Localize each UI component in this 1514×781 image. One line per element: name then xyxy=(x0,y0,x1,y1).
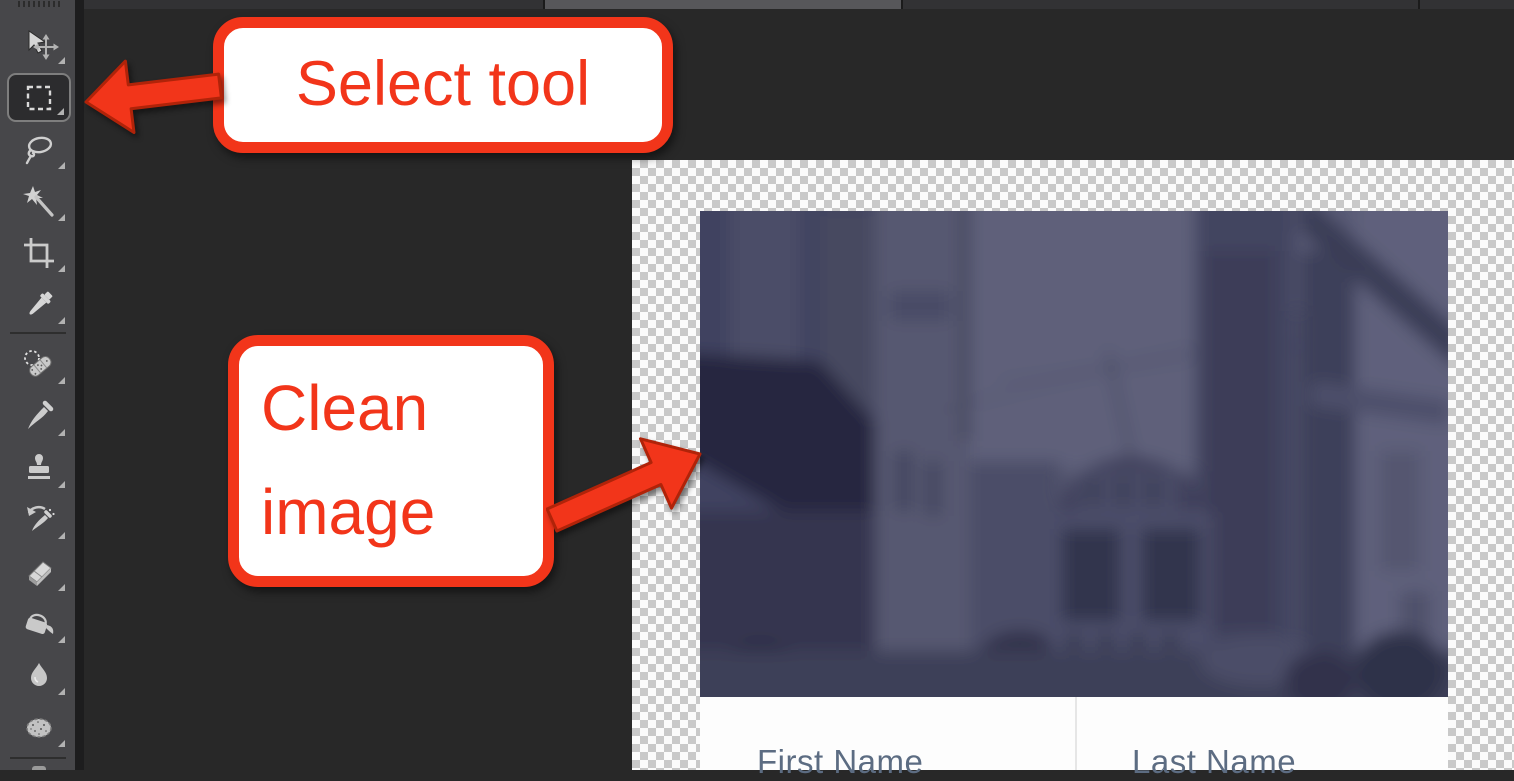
tool-lasso[interactable] xyxy=(8,126,70,174)
select-tool-callout: Select tool xyxy=(213,17,673,153)
flyout-indicator xyxy=(58,532,65,539)
crop-icon xyxy=(19,233,59,273)
water-drop-icon xyxy=(19,656,59,696)
tool-sponge[interactable] xyxy=(8,704,70,752)
tool-clone-stamp[interactable] xyxy=(8,445,70,493)
flyout-indicator xyxy=(58,636,65,643)
move-icon xyxy=(19,25,59,65)
clean-image-callout-label: Clean image xyxy=(261,372,435,548)
tool-healing-bandage[interactable] xyxy=(8,341,70,389)
flyout-indicator xyxy=(58,688,65,695)
tool-move[interactable] xyxy=(8,21,70,69)
last-name-label: Last Name xyxy=(1132,743,1296,781)
clean-image-callout: Clean image xyxy=(228,335,554,587)
flyout-indicator xyxy=(58,57,65,64)
flyout-indicator xyxy=(58,317,65,324)
tool-rectangular-marquee[interactable] xyxy=(7,73,71,122)
photo-editor-window: { "toolbar": { "selected_tool": "Rectang… xyxy=(0,0,1514,770)
eraser-icon xyxy=(19,552,59,592)
form-column-divider xyxy=(1075,697,1077,770)
flyout-indicator xyxy=(58,214,65,221)
tool-magic-wand[interactable] xyxy=(8,178,70,226)
tool-brush[interactable] xyxy=(8,393,70,441)
bandage-icon xyxy=(19,345,59,385)
photo-layer[interactable] xyxy=(700,211,1448,697)
history-brush-icon xyxy=(19,500,59,540)
tool-blur[interactable] xyxy=(8,652,70,700)
paint-bucket-icon xyxy=(19,604,59,644)
tool-partial-bottom[interactable] xyxy=(32,766,46,770)
sponge-icon xyxy=(19,708,59,748)
flyout-indicator xyxy=(58,584,65,591)
brush-icon xyxy=(19,397,59,437)
select-tool-arrow xyxy=(74,52,226,148)
first-name-label: First Name xyxy=(757,743,923,781)
flyout-indicator xyxy=(58,740,65,747)
flyout-indicator xyxy=(58,162,65,169)
flyout-indicator xyxy=(58,429,65,436)
magic-wand-icon xyxy=(19,182,59,222)
window-tab-divider xyxy=(1418,0,1420,9)
tool-paint-bucket[interactable] xyxy=(8,600,70,648)
flyout-indicator xyxy=(58,265,65,272)
tool-group-divider xyxy=(10,757,66,759)
tools-palette xyxy=(0,0,84,770)
select-tool-callout-label: Select tool xyxy=(296,49,590,119)
palette-drag-grip[interactable] xyxy=(18,1,60,7)
lasso-icon xyxy=(19,130,59,170)
flyout-indicator xyxy=(58,481,65,488)
tool-eraser[interactable] xyxy=(8,548,70,596)
tool-history-brush[interactable] xyxy=(8,496,70,544)
flyout-indicator xyxy=(58,377,65,384)
flyout-indicator xyxy=(57,108,64,115)
tool-group-divider xyxy=(10,332,66,334)
window-tab-strip xyxy=(84,0,1514,9)
tool-eyedropper[interactable] xyxy=(8,281,70,329)
clone-stamp-icon xyxy=(19,449,59,489)
clean-image-arrow xyxy=(546,412,706,544)
window-tab-selected[interactable] xyxy=(543,0,903,9)
eyedropper-icon xyxy=(19,285,59,325)
tool-crop[interactable] xyxy=(8,229,70,277)
marquee-icon xyxy=(19,78,59,118)
street-photo-image xyxy=(700,211,1448,697)
design-form-panel: First Name Last Name xyxy=(700,697,1448,770)
